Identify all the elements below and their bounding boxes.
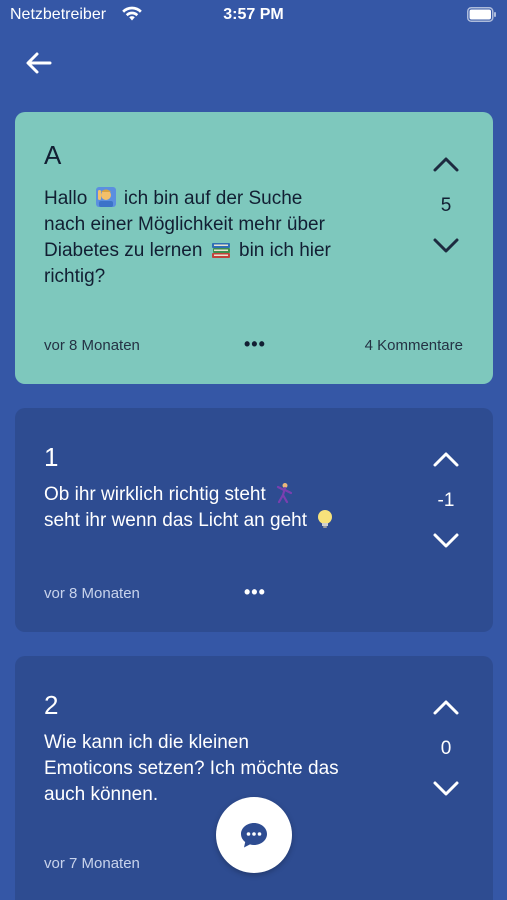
post-text-line: Wie kann ich die kleinen: [44, 732, 249, 753]
upvote-chevron-up-icon[interactable]: [432, 450, 460, 468]
post-text-line: seht ihr wenn das Licht an geht: [44, 508, 424, 534]
post-date: vor 8 Monaten: [44, 337, 140, 354]
post-card[interactable]: A Hallo ich bin auf der Suche nach einer…: [15, 112, 493, 384]
post-text-line: Emoticons setzen? Ich möchte das: [44, 758, 339, 779]
battery-icon: [467, 7, 496, 22]
dancer-emoji: [276, 483, 293, 504]
back-arrow-icon[interactable]: [22, 48, 56, 78]
post-author: 1: [44, 442, 59, 472]
post-author: 2: [44, 690, 59, 720]
post-text-line: nach einer Möglichkeit mehr über: [44, 214, 325, 235]
upvote-chevron-up-icon[interactable]: [432, 155, 460, 173]
clock: 3:57 PM: [223, 6, 284, 23]
post-text-line: richtig?: [44, 266, 106, 287]
post-text-line: auch können.: [44, 784, 159, 805]
downvote-chevron-down-icon[interactable]: [432, 532, 460, 550]
light-bulb-emoji: [318, 510, 333, 528]
vote-count: 0: [440, 738, 452, 759]
downvote-chevron-down-icon[interactable]: [432, 780, 460, 798]
downvote-chevron-down-icon[interactable]: [432, 237, 460, 255]
more-options-button[interactable]: •••: [244, 582, 266, 603]
chat-bubble-icon: [241, 823, 267, 848]
post-text: Ob ihr wirklich richtig steht seht ihr w…: [44, 482, 424, 534]
vote-count: 5: [440, 195, 452, 216]
post-author: A: [44, 140, 62, 170]
comments-link[interactable]: 4 Kommentare: [365, 337, 463, 354]
post-text: Hallo ich bin auf der Suche nach einer M…: [44, 186, 404, 290]
post-text: Wie kann ich die kleinen Emoticons setze…: [44, 730, 404, 808]
post-text-line: Hallo ich bin auf der Suche: [44, 187, 303, 209]
post-date: vor 8 Monaten: [44, 585, 140, 602]
post-date: vor 7 Monaten: [44, 855, 140, 872]
post-text-line: Diabetes zu lernen bin ich hier: [44, 240, 331, 261]
upvote-chevron-up-icon[interactable]: [432, 698, 460, 716]
post-text-line: Ob ihr wirklich richtig steht: [44, 482, 424, 508]
new-post-button[interactable]: [216, 797, 292, 873]
status-bar: Netzbetreiber 3:57 PM: [0, 0, 507, 32]
post-card[interactable]: 1 Ob ihr wirklich richtig steht seht ihr…: [15, 408, 493, 632]
more-options-button[interactable]: •••: [244, 334, 266, 355]
books-emoji: [211, 243, 230, 258]
person-raising-hand-emoji: [95, 187, 116, 207]
vote-count: -1: [437, 490, 455, 511]
